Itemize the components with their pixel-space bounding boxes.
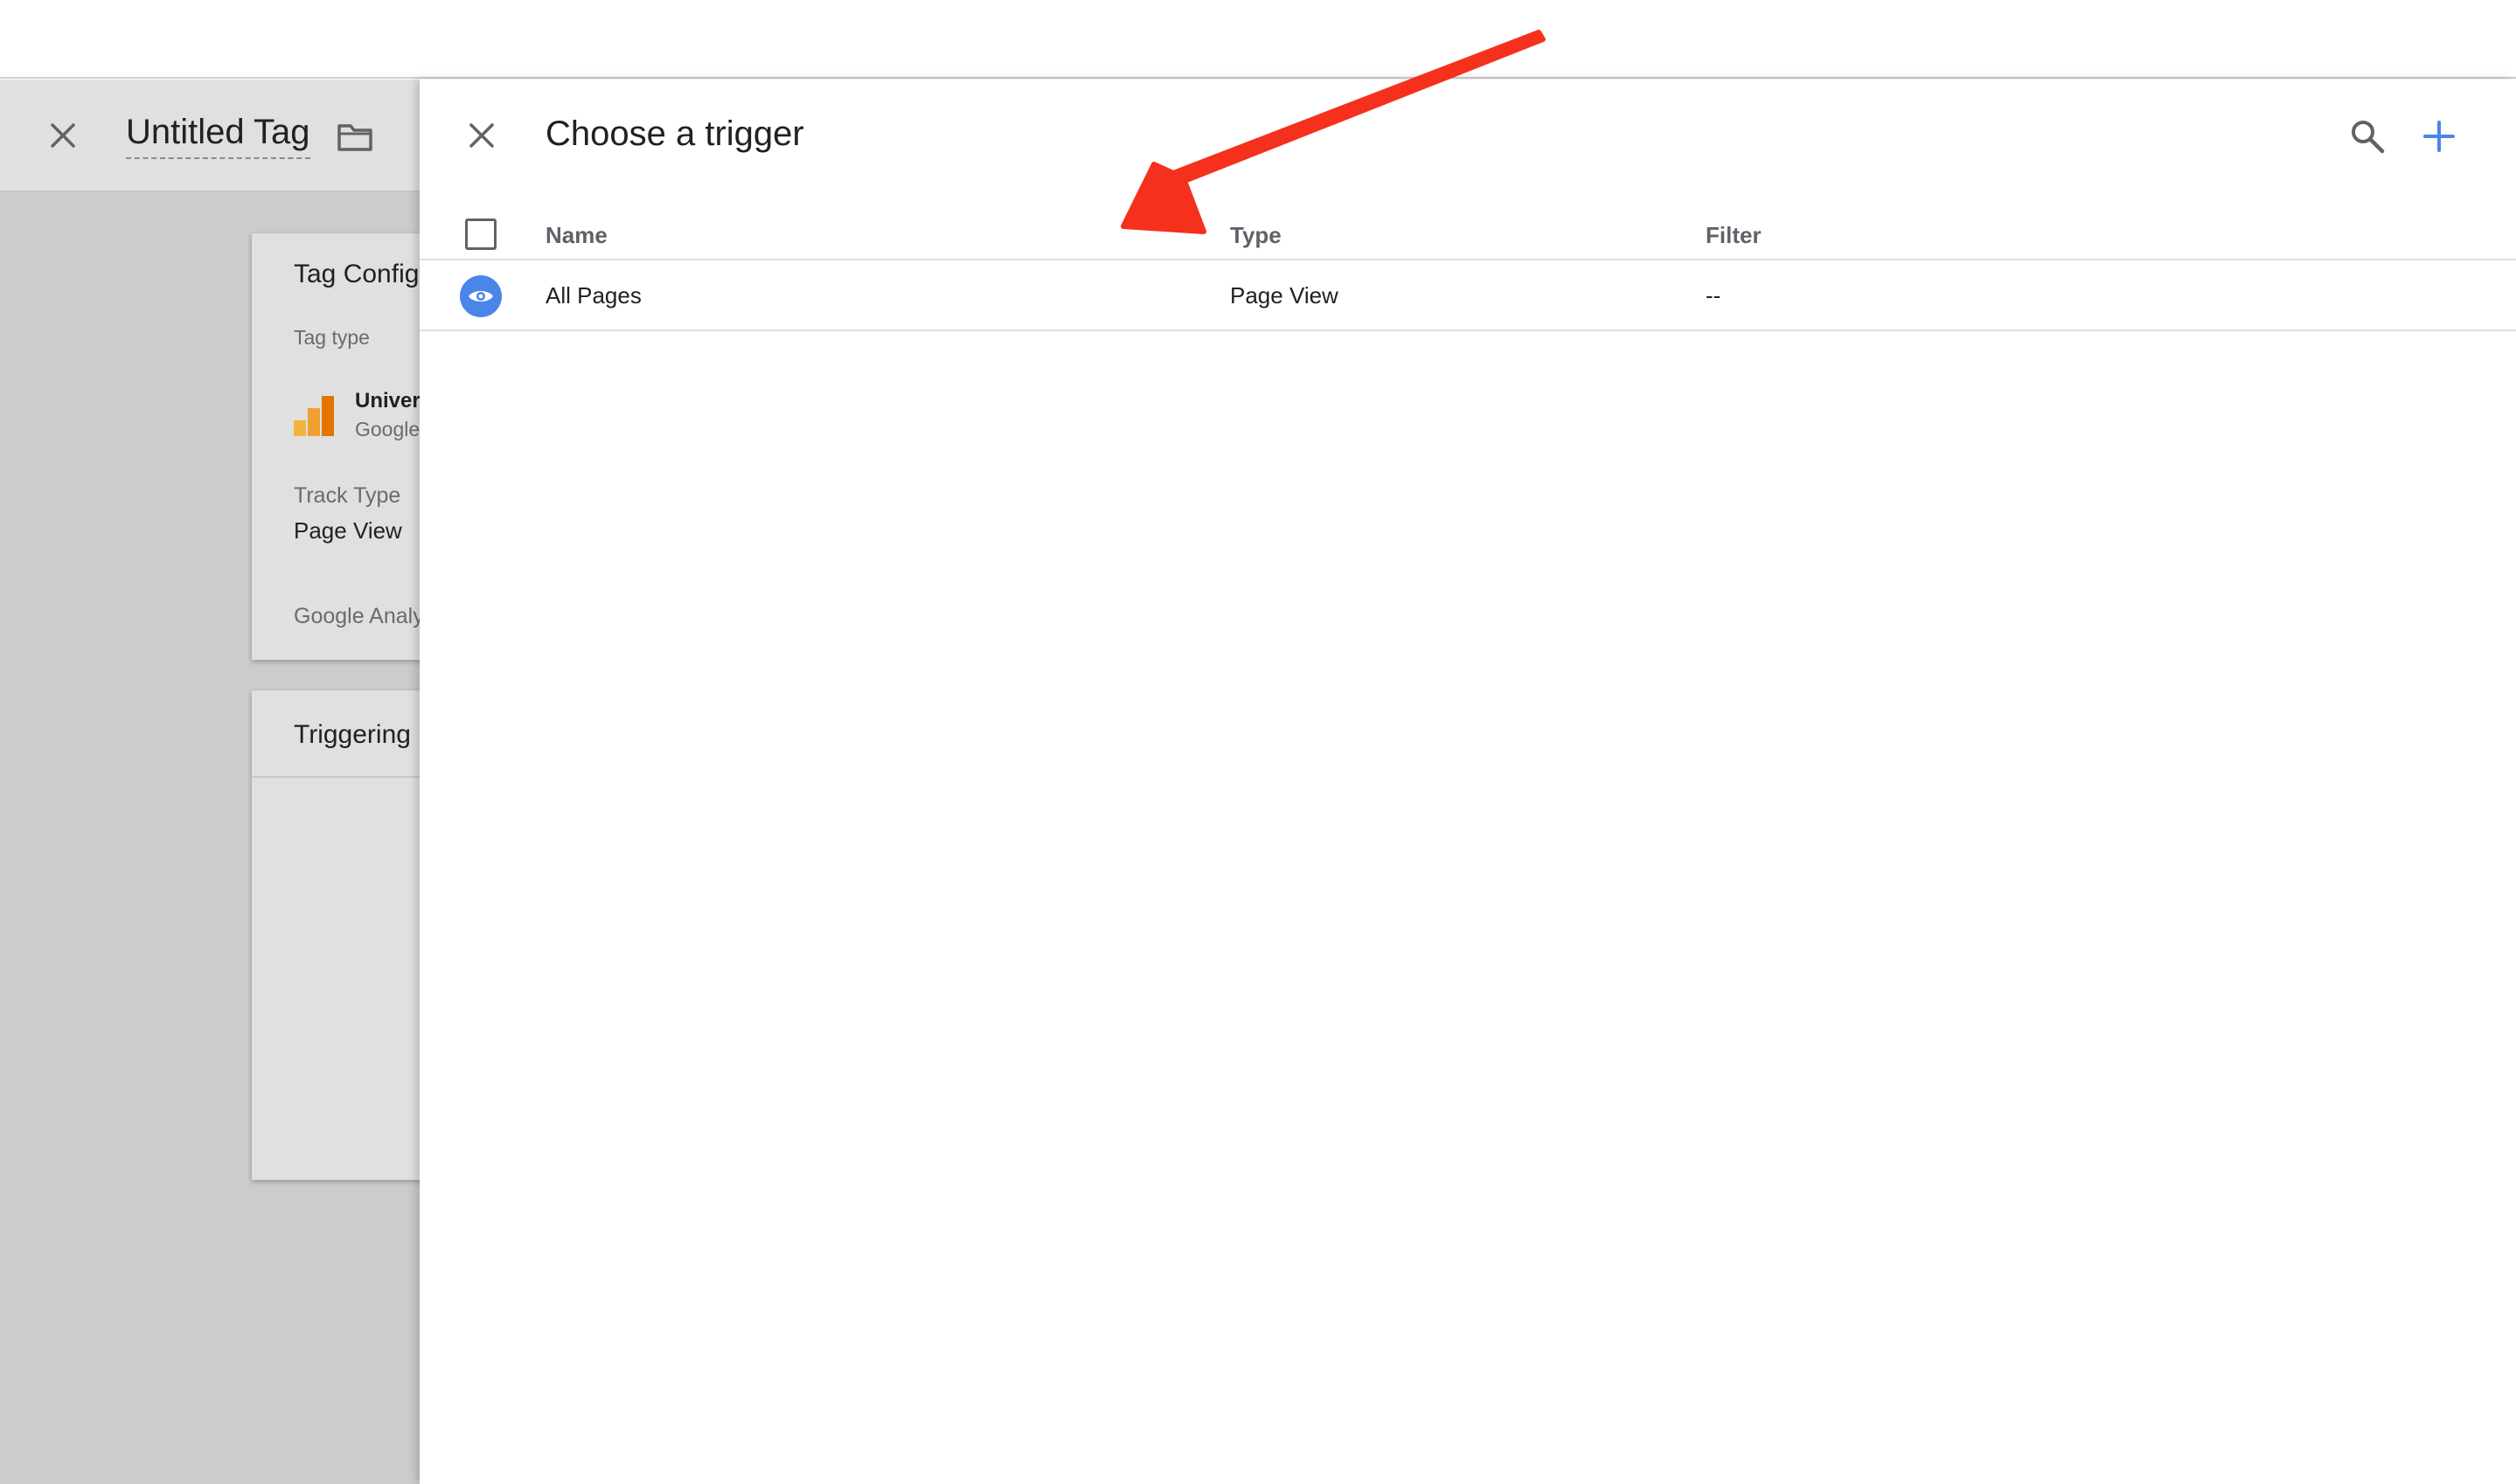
column-header-name[interactable]: Name [546, 222, 608, 249]
plus-icon[interactable] [2419, 116, 2459, 156]
panel-title: Choose a trigger [546, 114, 804, 153]
tag-type-subtitle: Google [355, 418, 420, 440]
tag-configuration-card[interactable]: Tag Config Tag type Univer Google Track … [252, 233, 420, 660]
triggering-card[interactable]: Triggering [252, 690, 420, 1180]
track-type-value: Page View [294, 517, 402, 544]
google-analytics-settings-label: Google Analy [294, 604, 420, 628]
table-row[interactable]: All Pages Page View -- [420, 261, 2516, 331]
divider [252, 776, 420, 778]
card-title: Tag Config [294, 260, 420, 288]
tag-editor-background: Untitled Tag Tag Config Tag type Univer … [0, 80, 420, 1484]
folder-icon[interactable] [337, 121, 373, 153]
eye-icon [460, 275, 502, 317]
close-icon[interactable] [464, 118, 499, 153]
trigger-type: Page View [1230, 282, 1338, 309]
tag-type-name: Univer [355, 389, 420, 413]
card-title: Triggering [294, 720, 411, 749]
close-icon[interactable] [45, 118, 80, 153]
column-header-type[interactable]: Type [1230, 222, 1282, 249]
column-header-filter[interactable]: Filter [1706, 222, 1762, 249]
top-strip [0, 0, 2516, 79]
google-analytics-logo-icon [294, 396, 334, 436]
trigger-name: All Pages [546, 282, 642, 309]
choose-trigger-panel: Choose a trigger Name Type Filter All Pa… [420, 80, 2516, 1484]
search-icon[interactable] [2347, 116, 2387, 156]
select-all-checkbox[interactable] [465, 218, 497, 250]
track-type-label: Track Type [294, 483, 401, 508]
tag-type-label: Tag type [294, 326, 370, 349]
tag-name-field[interactable]: Untitled Tag [126, 113, 310, 159]
tag-editor-header: Untitled Tag [0, 80, 420, 191]
table-header: Name Type Filter [420, 206, 2516, 260]
trigger-filter: -- [1706, 282, 1721, 309]
